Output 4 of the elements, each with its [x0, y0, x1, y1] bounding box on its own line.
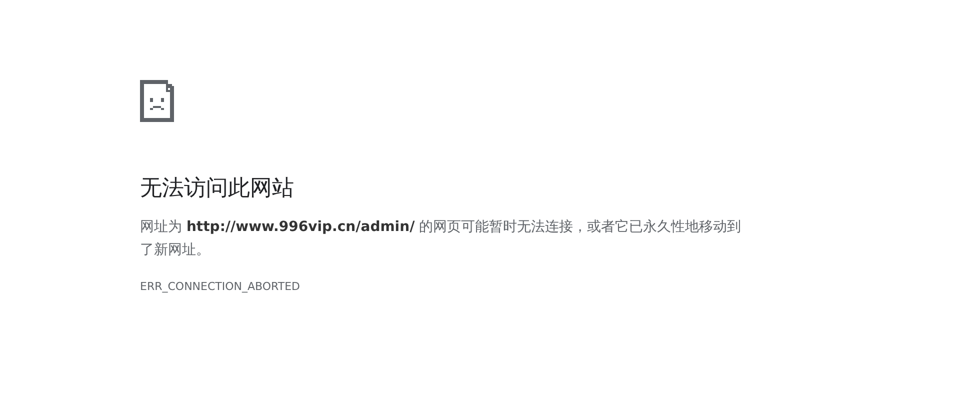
error-message: 网址为 http://www.996vip.cn/admin/ 的网页可能暂时无法连接，或者它已永久性地移动到了新网址。 [140, 218, 742, 260]
sad-page-icon [140, 80, 174, 122]
error-code: ERR_CONNECTION_ABORTED [140, 280, 302, 293]
error-heading: 无法访问此网站 [140, 175, 295, 203]
